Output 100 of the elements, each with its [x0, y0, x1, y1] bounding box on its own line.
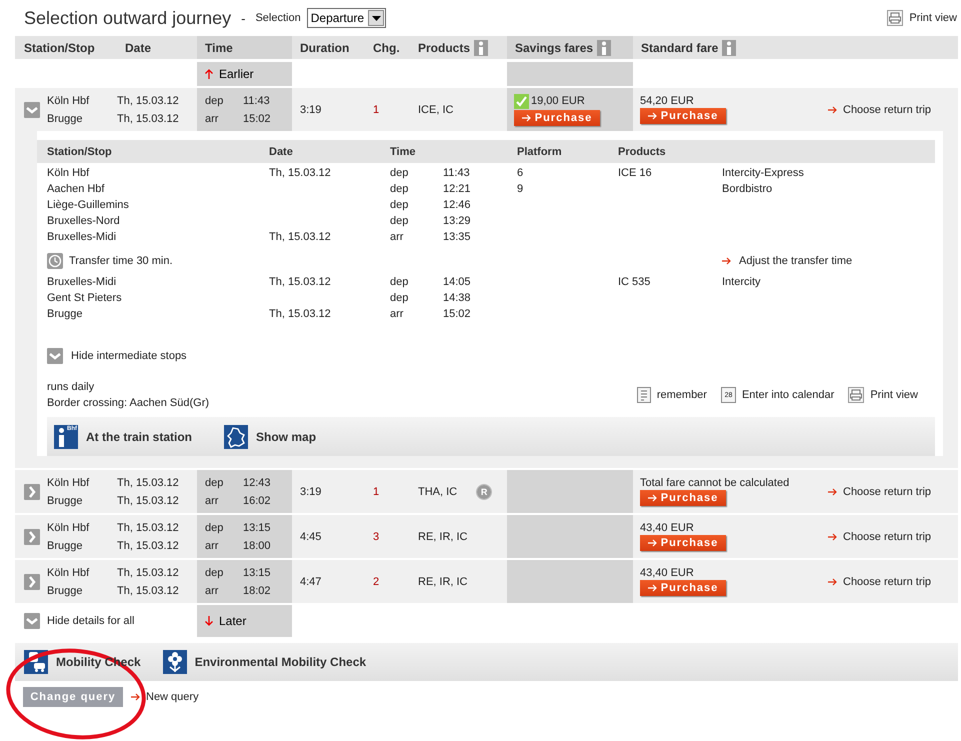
station-name: Köln Hbf — [47, 476, 90, 488]
new-query-link[interactable]: New query — [146, 691, 199, 703]
expand-toggle[interactable] — [24, 102, 40, 118]
station-name: Köln Hbf — [47, 522, 90, 534]
info-icon[interactable] — [722, 40, 736, 56]
date-text: Th, 15.03.12 — [117, 584, 180, 596]
printer-icon[interactable] — [887, 10, 904, 26]
date-text: Th, 15.03.12 — [269, 308, 331, 320]
date-text: Th, 15.03.12 — [117, 476, 180, 488]
arrow-right-icon — [828, 488, 837, 496]
purchase-button[interactable]: Purchase — [640, 580, 726, 596]
action-link[interactable]: Enter into calendar — [742, 389, 834, 401]
print-view-link[interactable]: Print view — [909, 12, 957, 24]
station-name: Gent St Pieters — [47, 292, 123, 304]
check-link[interactable]: Environmental Mobility Check — [194, 655, 366, 669]
departure-time: 13:15 — [243, 522, 271, 534]
products-text: THA, IC — [418, 486, 458, 498]
hide-details-link[interactable]: Hide details for all — [47, 615, 134, 627]
departure-time: 12:43 — [243, 476, 271, 488]
page-title: Selection outward journey — [24, 8, 232, 28]
expand-toggle[interactable] — [24, 528, 40, 544]
column-header: Date — [125, 40, 152, 54]
date-text: Th, 15.03.12 — [117, 494, 180, 506]
time-text: 13:35 — [443, 231, 472, 243]
price-text: 54,20 EUR — [640, 95, 694, 107]
time-text: 15:02 — [443, 308, 472, 320]
arrow-down-icon — [205, 616, 213, 626]
direction-label: arr — [390, 308, 404, 320]
choose-return-link[interactable]: Choose return trip — [843, 104, 932, 116]
date-text: Th, 15.03.12 — [269, 167, 331, 179]
arrival-label: arr — [205, 112, 220, 124]
column-header: Standard fare — [641, 40, 718, 54]
duration-text: 4:45 — [300, 530, 322, 542]
station-name: Köln Hbf — [47, 94, 90, 106]
purchase-button[interactable]: Purchase — [640, 108, 726, 124]
changes-count: 2 — [373, 576, 380, 588]
printer-icon[interactable] — [848, 387, 864, 403]
service-link[interactable]: At the train station — [86, 430, 192, 444]
column-header: Station/Stop — [47, 146, 113, 158]
station-name: Aachen Hbf — [47, 183, 106, 195]
expand-toggle[interactable] — [24, 484, 40, 500]
departure-label: dep — [205, 94, 224, 106]
departure-time: 11:43 — [243, 94, 270, 106]
departure-time: 13:15 — [243, 566, 271, 578]
time-text: 12:46 — [443, 199, 472, 211]
column-header: Chg. — [373, 40, 400, 54]
direction-label: dep — [390, 167, 410, 179]
train-info-text: Intercity-Express — [722, 167, 804, 179]
purchase-button[interactable]: Purchase — [640, 535, 726, 551]
column-header: Products — [618, 146, 667, 158]
price-text: 19,00 EUR — [531, 95, 585, 107]
arrow-right-icon — [722, 257, 731, 265]
selection-dropdown[interactable]: Departure — [306, 8, 386, 28]
purchase-button[interactable]: Purchase — [640, 490, 726, 506]
date-text: Th, 15.03.12 — [117, 540, 180, 552]
purchase-button[interactable]: Purchase — [514, 110, 600, 126]
map-icon[interactable] — [224, 424, 248, 448]
choose-return-link[interactable]: Choose return trip — [843, 576, 932, 588]
product-text: IC 535 — [618, 276, 650, 288]
date-text: Th, 15.03.12 — [117, 566, 180, 578]
arrival-time: 18:00 — [243, 540, 271, 552]
hide-stops-link[interactable]: Hide intermediate stops — [71, 350, 187, 362]
train-info-text: Bordbistro — [722, 183, 772, 195]
arrow-right-icon — [828, 532, 837, 540]
time-text: 14:38 — [443, 292, 472, 304]
action-link[interactable]: Print view — [870, 389, 918, 401]
column-header: Station/Stop — [24, 40, 95, 54]
selection-label: Selection — [255, 12, 301, 24]
arrow-right-icon — [648, 539, 657, 547]
arrival-time: 15:02 — [243, 112, 271, 124]
action-link[interactable]: remember — [656, 389, 707, 401]
station-name: Bruxelles-Midi — [47, 276, 118, 288]
arrow-right-icon — [828, 106, 837, 114]
expand-toggle[interactable] — [24, 574, 40, 590]
station-name: Brugge — [47, 584, 84, 596]
time-text: 13:29 — [443, 215, 472, 227]
note-text: runs daily — [47, 381, 96, 393]
date-text: Th, 15.03.12 — [269, 231, 331, 243]
price-text: 43,40 EUR — [640, 522, 694, 534]
info-icon[interactable] — [597, 40, 612, 56]
title-separator: - — [241, 10, 246, 26]
info-icon[interactable] — [474, 40, 488, 56]
collapse-all-toggle[interactable] — [24, 613, 40, 629]
choose-return-link[interactable]: Choose return trip — [843, 530, 932, 542]
arrow-up-icon — [205, 69, 213, 79]
collapse-toggle[interactable] — [47, 348, 63, 364]
flower-icon[interactable] — [162, 650, 187, 674]
notepad-icon[interactable] — [636, 387, 651, 403]
departure-label: dep — [205, 476, 224, 488]
station-name: Brugge — [47, 540, 84, 552]
choose-return-link[interactable]: Choose return trip — [843, 486, 932, 498]
changes-count: 3 — [373, 530, 380, 542]
station-name: Brugge — [47, 494, 84, 506]
arrow-right-icon — [522, 114, 531, 122]
products-text: RE, IR, IC — [418, 576, 468, 588]
adjust-transfer-link[interactable]: Adjust the transfer time — [739, 255, 852, 267]
direction-label: arr — [390, 231, 404, 243]
platform-text: 6 — [517, 167, 524, 179]
later-link[interactable]: Later — [205, 614, 246, 628]
service-link[interactable]: Show map — [256, 430, 316, 444]
